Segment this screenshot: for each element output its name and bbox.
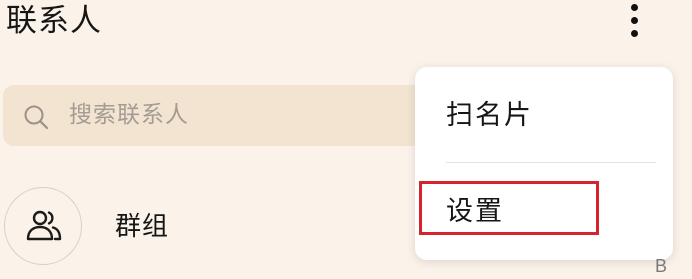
menu-item-label: 扫名片 (446, 100, 533, 131)
highlight-box (419, 181, 599, 235)
search-icon (23, 104, 49, 130)
alphabet-index-letter[interactable]: B (655, 255, 667, 277)
search-input[interactable]: 搜索联系人 (69, 99, 189, 131)
list-item-groups[interactable]: 群组 (0, 180, 420, 275)
more-vertical-icon (631, 30, 638, 37)
more-vertical-icon (631, 17, 638, 24)
more-options-button[interactable] (618, 0, 652, 42)
group-people-icon (26, 210, 62, 241)
more-vertical-icon (631, 4, 638, 11)
avatar (4, 187, 82, 265)
page-title: 联系人 (6, 3, 102, 39)
menu-item-scan-card[interactable]: 扫名片 (415, 85, 673, 147)
menu-divider (446, 162, 656, 163)
group-label: 群组 (115, 212, 170, 242)
